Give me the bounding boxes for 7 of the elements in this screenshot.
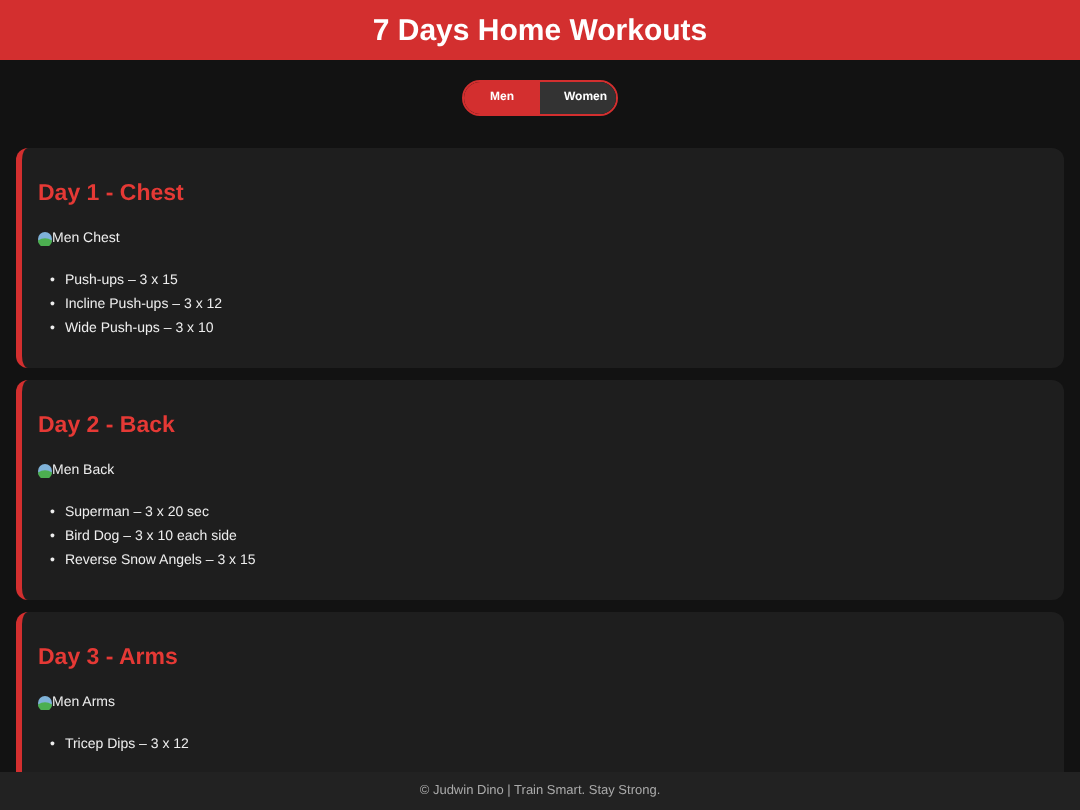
broken-image-icon <box>38 464 52 478</box>
day-title: Day 3 - Arms <box>38 646 180 670</box>
day-title: Day 2 - Back <box>38 414 177 438</box>
broken-image-icon <box>38 232 52 246</box>
day-title: Day 1 - Chest <box>38 182 186 206</box>
page-title: 7 Days Home Workouts <box>372 13 708 47</box>
broken-image-icon <box>38 696 52 710</box>
